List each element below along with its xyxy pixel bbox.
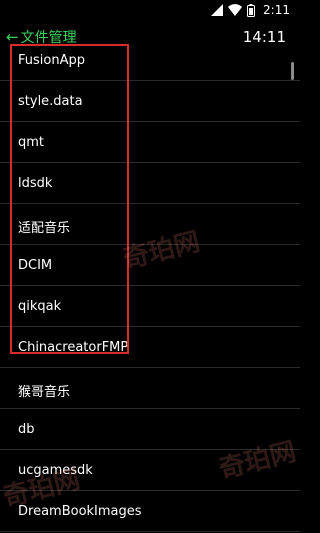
list-item[interactable]: qikqak <box>0 286 300 327</box>
list-item[interactable]: DreamBookImages <box>0 491 300 532</box>
file-name: qikqak <box>18 299 62 314</box>
status-bar: 2:11 <box>0 0 300 20</box>
status-time: 2:11 <box>263 3 290 17</box>
file-name: db <box>18 422 35 437</box>
file-name: ldsdk <box>18 176 53 191</box>
file-name: 适配音乐 <box>18 221 71 236</box>
file-list[interactable]: FusionApp style.data qmt ldsdk 适配音乐 DCIM… <box>0 40 300 533</box>
file-name: qmt <box>18 135 45 150</box>
list-item[interactable]: style.data <box>0 81 300 122</box>
signal-icon <box>211 4 224 16</box>
status-icons: 2:11 <box>211 2 290 18</box>
battery-icon <box>247 3 256 17</box>
file-name: ucgamesdk <box>18 463 93 478</box>
list-item[interactable]: ChinacreatorFMP <box>0 327 300 368</box>
file-name: FusionApp <box>18 53 85 68</box>
list-item[interactable]: ldsdk <box>0 163 300 204</box>
file-name: DreamBookImages <box>18 504 142 519</box>
wifi-icon <box>228 4 243 16</box>
file-name: DCIM <box>18 258 53 273</box>
scrollbar-thumb[interactable] <box>291 62 294 80</box>
list-item[interactable]: qmt <box>0 122 300 163</box>
list-item[interactable]: FusionApp <box>0 40 300 81</box>
list-item[interactable]: ucgamesdk <box>0 450 300 491</box>
list-item[interactable]: DCIM <box>0 245 300 286</box>
list-item[interactable]: db <box>0 409 300 450</box>
file-name: style.data <box>18 94 83 109</box>
list-item[interactable]: 适配音乐 <box>0 204 300 245</box>
file-name: ChinacreatorFMP <box>18 340 129 355</box>
file-name: 猴哥音乐 <box>18 385 71 400</box>
list-item[interactable]: 猴哥音乐 <box>0 368 300 409</box>
